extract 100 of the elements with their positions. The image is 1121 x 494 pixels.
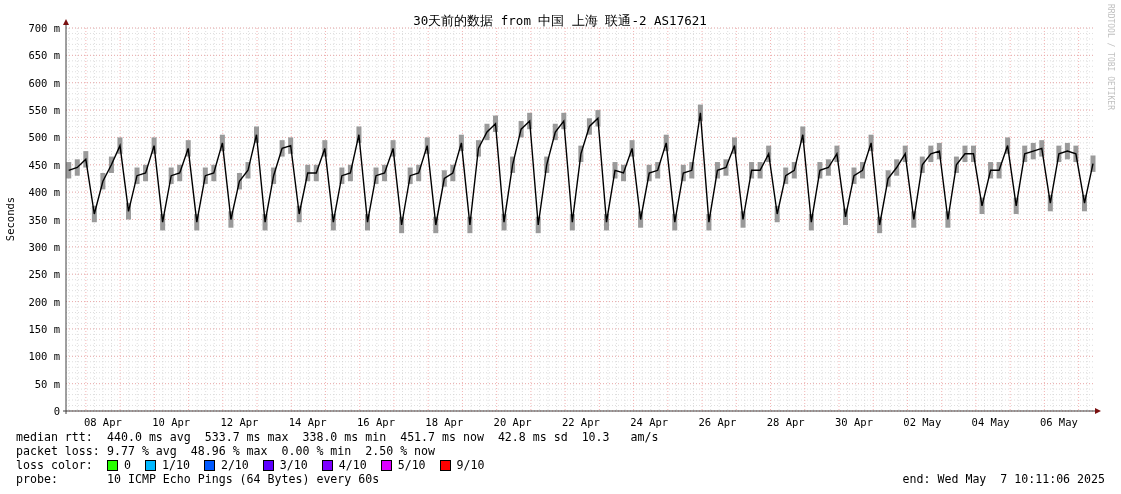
y-tick-label: 200 m xyxy=(28,295,60,308)
probe-description: 10 ICMP Echo Pings (64 Bytes) every 60s xyxy=(107,472,380,486)
error-bar xyxy=(1064,142,1070,160)
error-bar xyxy=(117,137,123,154)
error-bar xyxy=(177,164,183,182)
error-bar xyxy=(467,216,473,234)
error-bar xyxy=(825,159,831,176)
error-bar xyxy=(680,164,686,182)
error-bar xyxy=(236,173,242,190)
y-tick-label: 250 m xyxy=(28,268,60,281)
error-bar xyxy=(100,173,106,190)
error-bar xyxy=(245,162,251,179)
error-bar xyxy=(1081,194,1087,212)
x-tick-label: 12 Apr xyxy=(220,416,259,428)
error-bar xyxy=(638,211,644,228)
x-tick-label: 26 Apr xyxy=(698,416,737,428)
error-bar xyxy=(971,145,976,163)
error-bar xyxy=(996,162,1002,179)
error-bar xyxy=(450,164,456,182)
error-bar xyxy=(962,145,968,163)
error-bar xyxy=(160,214,166,231)
error-bar xyxy=(134,167,140,184)
error-bar xyxy=(424,137,430,154)
error-bar xyxy=(595,110,601,127)
x-tick-label: 14 Apr xyxy=(288,416,327,428)
error-bar xyxy=(441,170,447,187)
error-bar xyxy=(1022,145,1028,163)
x-tick-label: 22 Apr xyxy=(561,416,600,428)
legend-label: median rtt: xyxy=(16,430,94,444)
error-bar xyxy=(228,211,234,228)
error-bar xyxy=(936,142,942,160)
loss-color-label: 1/10 xyxy=(162,458,190,472)
y-tick-label: 550 m xyxy=(28,104,60,117)
error-bar xyxy=(655,162,661,179)
error-bar xyxy=(305,164,311,182)
error-bar xyxy=(689,162,695,179)
x-tick-label: 10 Apr xyxy=(152,416,191,428)
y-tick-label: 400 m xyxy=(28,186,60,199)
error-bar xyxy=(83,151,89,168)
error-bar xyxy=(817,162,823,179)
error-bar xyxy=(1073,145,1079,163)
error-bar xyxy=(586,118,592,135)
credit-text: RRDTOOL / TOBI OETIKER xyxy=(1106,4,1115,110)
error-bar xyxy=(945,211,951,228)
error-bar xyxy=(484,123,490,141)
error-bar xyxy=(979,197,985,215)
legend-label: loss color: xyxy=(16,458,94,472)
error-bar xyxy=(185,140,191,157)
x-tick-label: 02 May xyxy=(903,416,942,428)
error-bar xyxy=(493,115,498,132)
error-bar xyxy=(211,164,217,182)
x-tick-label: 08 Apr xyxy=(83,416,122,428)
y-tick-label: 150 m xyxy=(28,322,60,335)
x-tick-label: 16 Apr xyxy=(357,416,395,428)
error-bar xyxy=(296,205,302,223)
error-bar xyxy=(518,121,524,138)
error-bar xyxy=(646,164,652,182)
error-bar xyxy=(382,164,388,182)
error-bar xyxy=(535,216,541,234)
error-bar xyxy=(578,145,584,163)
error-bar xyxy=(757,162,763,179)
error-bar xyxy=(143,164,149,182)
error-bar xyxy=(569,214,575,231)
legend-label: probe: xyxy=(16,472,59,486)
error-bar xyxy=(604,214,609,231)
error-bar xyxy=(339,167,345,184)
x-tick-label: 24 Apr xyxy=(630,416,669,428)
end-time: end: Wed May 7 10:11:06 2025 xyxy=(902,472,1105,486)
error-bar xyxy=(544,156,550,173)
error-bar xyxy=(860,162,866,179)
error-bar xyxy=(1039,140,1045,157)
error-bar xyxy=(407,167,413,184)
error-bar xyxy=(902,145,908,163)
x-tick-label: 18 Apr xyxy=(425,416,464,428)
error-bar xyxy=(194,214,200,231)
y-axis-label: Seconds xyxy=(4,196,16,242)
y-tick-label: 500 m xyxy=(28,131,60,144)
error-bar xyxy=(322,140,328,157)
error-bar xyxy=(988,162,994,179)
median-rtt-stats: 440.0 ms avg 533.7 ms max 338.0 ms min 451.7 ms now 42.8 ms sd 10.3 am/s xyxy=(107,430,659,444)
loss-color-label: 3/10 xyxy=(279,458,308,472)
error-bar xyxy=(1013,197,1019,215)
error-bar xyxy=(629,140,635,157)
error-bar xyxy=(1005,137,1011,154)
error-bar xyxy=(168,167,174,184)
error-bar xyxy=(1090,155,1096,172)
x-tick-label: 28 Apr xyxy=(766,416,805,428)
error-bar xyxy=(108,156,114,173)
error-bar xyxy=(347,164,353,182)
error-bar xyxy=(877,216,883,234)
error-bar xyxy=(373,167,379,184)
error-bar xyxy=(552,123,558,141)
loss-color-label: 0 xyxy=(124,458,131,472)
error-bar xyxy=(842,208,848,225)
chart-title: 30天前的数据 from 中国 上海 联通-2 AS17621 xyxy=(413,13,707,28)
error-bar xyxy=(723,159,729,176)
error-bar xyxy=(800,126,806,143)
error-bar xyxy=(706,214,712,231)
x-tick-label: 04 May xyxy=(971,416,1010,428)
error-bar xyxy=(783,167,789,184)
